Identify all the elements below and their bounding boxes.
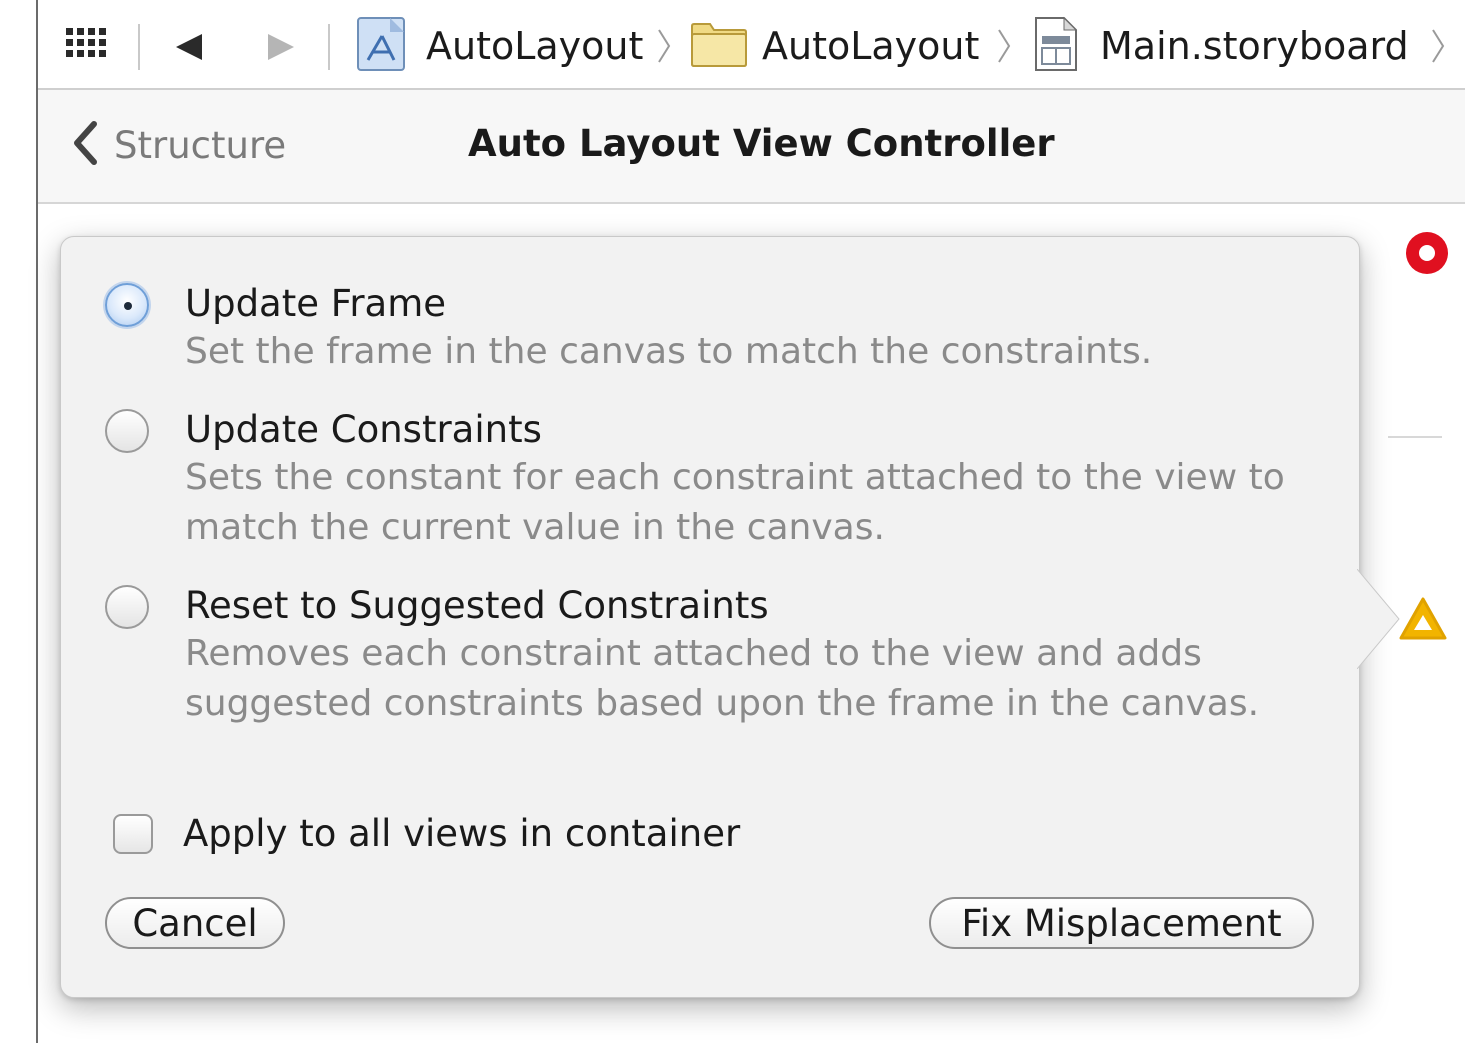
radio-selected-dot bbox=[124, 302, 132, 310]
folder-icon bbox=[690, 20, 748, 72]
breadcrumb-file[interactable]: Main.storyboard bbox=[1034, 16, 1409, 72]
option-update-frame[interactable]: Update Frame Set the frame in the canvas… bbox=[105, 281, 1295, 377]
apply-all-views-checkbox[interactable] bbox=[113, 813, 153, 854]
breadcrumb-folder[interactable]: AutoLayout bbox=[690, 20, 979, 72]
option-description: Removes each constraint attached to the … bbox=[185, 633, 1260, 724]
option-description: Set the frame in the canvas to match the… bbox=[185, 331, 1153, 372]
separator bbox=[328, 24, 330, 70]
apply-all-views-label: Apply to all views in container bbox=[183, 812, 741, 855]
apply-all-views-row[interactable]: Apply to all views in container bbox=[113, 812, 740, 855]
page-title: Auto Layout View Controller bbox=[468, 122, 1055, 165]
resolve-misplacement-popover: Update Frame Set the frame in the canvas… bbox=[60, 236, 1400, 998]
divider bbox=[1388, 436, 1442, 438]
breadcrumb-label: AutoLayout bbox=[426, 24, 644, 68]
option-description: Sets the constant for each constraint at… bbox=[185, 457, 1285, 548]
option-reset-suggested-constraints[interactable]: Reset to Suggested Constraints Removes e… bbox=[105, 583, 1295, 729]
breadcrumb-label: AutoLayout bbox=[762, 24, 980, 68]
option-update-constraints[interactable]: Update Constraints Sets the constant for… bbox=[105, 407, 1295, 553]
project-icon bbox=[356, 16, 408, 76]
chevron-right-icon bbox=[656, 26, 672, 70]
popover-arrow bbox=[1356, 568, 1403, 673]
option-title: Update Frame bbox=[185, 282, 447, 325]
fix-misplacement-button[interactable]: Fix Misplacement bbox=[929, 897, 1314, 949]
chevron-right-icon bbox=[1430, 26, 1446, 70]
breadcrumb-label: Main.storyboard bbox=[1100, 24, 1409, 68]
chevron-left-icon bbox=[72, 120, 98, 170]
breadcrumb-project[interactable]: AutoLayout bbox=[356, 17, 644, 72]
warning-icon[interactable] bbox=[1398, 596, 1448, 646]
back-label: Structure bbox=[114, 123, 287, 167]
error-icon[interactable] bbox=[1404, 230, 1450, 280]
radio-reset-suggested-constraints[interactable] bbox=[105, 585, 149, 629]
option-title: Reset to Suggested Constraints bbox=[185, 584, 769, 627]
forward-arrow-icon[interactable] bbox=[264, 30, 298, 68]
jump-bar: AutoLayout AutoLayout Main.storyboard bbox=[38, 0, 1465, 90]
related-items-grid-icon[interactable] bbox=[66, 28, 106, 68]
back-arrow-icon[interactable] bbox=[172, 30, 206, 68]
separator bbox=[138, 24, 140, 70]
option-title: Update Constraints bbox=[185, 408, 542, 451]
structure-back-button[interactable]: Structure bbox=[72, 120, 286, 170]
storyboard-file-icon bbox=[1034, 16, 1078, 76]
chevron-right-icon bbox=[996, 26, 1012, 70]
radio-update-frame[interactable] bbox=[105, 283, 149, 327]
inspector-header: Structure Auto Layout View Controller bbox=[38, 90, 1465, 204]
radio-update-constraints[interactable] bbox=[105, 409, 149, 453]
cancel-button[interactable]: Cancel bbox=[105, 897, 285, 949]
